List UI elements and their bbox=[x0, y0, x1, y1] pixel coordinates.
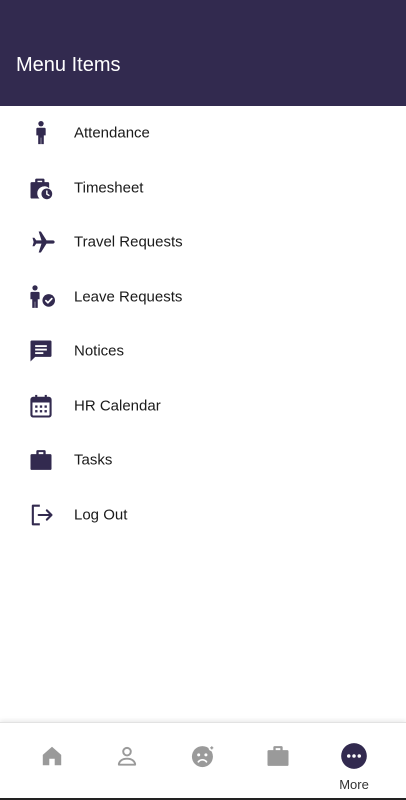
nav-briefcase[interactable] bbox=[248, 723, 308, 800]
menu-item-tasks[interactable]: Tasks bbox=[0, 433, 406, 488]
logout-icon bbox=[27, 501, 59, 529]
briefcase-icon bbox=[27, 446, 59, 474]
person-standing-icon bbox=[27, 119, 59, 147]
menu-item-travel-requests[interactable]: Travel Requests bbox=[0, 215, 406, 270]
airplane-icon bbox=[27, 228, 59, 256]
more-icon bbox=[339, 741, 369, 771]
menu-item-label: Timesheet bbox=[74, 179, 144, 197]
nav-face[interactable] bbox=[173, 723, 233, 800]
calendar-icon bbox=[27, 392, 59, 420]
menu-item-label: HR Calendar bbox=[74, 397, 161, 415]
menu-item-label: Log Out bbox=[74, 506, 128, 524]
message-icon bbox=[27, 337, 59, 365]
home-icon bbox=[37, 741, 67, 771]
person-check-icon bbox=[27, 283, 59, 311]
nav-more-label: More bbox=[339, 777, 369, 792]
menu-item-label: Leave Requests bbox=[74, 288, 183, 306]
nav-more[interactable]: More bbox=[324, 723, 384, 800]
briefcase-icon bbox=[263, 741, 293, 771]
page-title: Menu Items bbox=[16, 54, 121, 76]
nav-home[interactable] bbox=[22, 723, 82, 800]
menu-item-label: Notices bbox=[74, 342, 125, 360]
app-header: Menu Items bbox=[0, 0, 406, 106]
briefcase-clock-icon bbox=[27, 174, 59, 202]
profile-icon bbox=[112, 741, 142, 771]
menu-item-label: Tasks bbox=[74, 451, 113, 469]
menu-item-log-out[interactable]: Log Out bbox=[0, 488, 406, 543]
menu-item-timesheet[interactable]: Timesheet bbox=[0, 161, 406, 216]
face-icon bbox=[188, 741, 218, 771]
menu-item-hr-calendar[interactable]: HR Calendar bbox=[0, 379, 406, 434]
app-screen: Menu Items Attendance Timesheet Travel R… bbox=[0, 0, 406, 800]
nav-profile[interactable] bbox=[97, 723, 157, 800]
menu-list: Attendance Timesheet Travel Requests Lea… bbox=[0, 106, 406, 542]
menu-item-leave-requests[interactable]: Leave Requests bbox=[0, 270, 406, 325]
menu-item-label: Travel Requests bbox=[74, 233, 183, 251]
menu-item-attendance[interactable]: Attendance bbox=[0, 106, 406, 161]
menu-item-notices[interactable]: Notices bbox=[0, 324, 406, 379]
menu-item-label: Attendance bbox=[74, 124, 150, 142]
bottom-navigation: More bbox=[0, 722, 406, 800]
